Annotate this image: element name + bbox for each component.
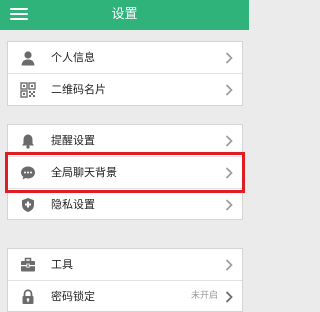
person-icon <box>21 51 35 66</box>
settings-item-qrcode-card[interactable]: 二维码名片 <box>8 74 242 105</box>
lock-icon <box>22 289 34 304</box>
page-title: 设置 <box>111 7 138 22</box>
chevron-right-icon <box>225 135 233 147</box>
chevron-right-icon <box>225 259 233 271</box>
qrcode-icon <box>20 82 36 98</box>
chevron-right-icon <box>225 52 233 64</box>
chevron-right-icon <box>225 167 233 179</box>
settings-item-label: 个人信息 <box>51 51 95 64</box>
chevron-right-icon <box>225 84 233 96</box>
settings-group-account: 个人信息 二维码名片 <box>7 41 243 106</box>
settings-item-label: 工具 <box>51 258 73 271</box>
settings-item-label: 密码锁定 <box>51 290 95 303</box>
settings-item-label: 二维码名片 <box>51 83 106 96</box>
chevron-right-icon <box>225 291 233 303</box>
settings-item-label: 全局聊天背景 <box>51 166 117 179</box>
settings-group-tools: 工具 密码锁定 未开启 <box>7 248 243 312</box>
settings-item-reminder[interactable]: 提醒设置 <box>8 125 242 156</box>
toolbox-icon <box>21 257 35 272</box>
chevron-right-icon <box>225 199 233 211</box>
bell-icon <box>22 134 34 149</box>
settings-item-password-lock[interactable]: 密码锁定 未开启 <box>8 281 242 312</box>
settings-group-notifications: 提醒设置 全局聊天背景 隐私设置 <box>7 124 243 220</box>
shield-icon <box>22 198 34 212</box>
settings-item-label: 提醒设置 <box>51 134 95 147</box>
top-bar: 设置 <box>0 0 249 30</box>
settings-item-tools[interactable]: 工具 <box>8 249 242 280</box>
settings-item-label: 隐私设置 <box>51 198 95 211</box>
settings-item-privacy[interactable]: 隐私设置 <box>8 189 242 220</box>
settings-item-chat-background[interactable]: 全局聊天背景 <box>8 157 242 188</box>
chat-bubble-icon <box>21 166 35 180</box>
status-text: 未开启 <box>190 291 218 301</box>
settings-item-personal-info[interactable]: 个人信息 <box>8 42 242 73</box>
